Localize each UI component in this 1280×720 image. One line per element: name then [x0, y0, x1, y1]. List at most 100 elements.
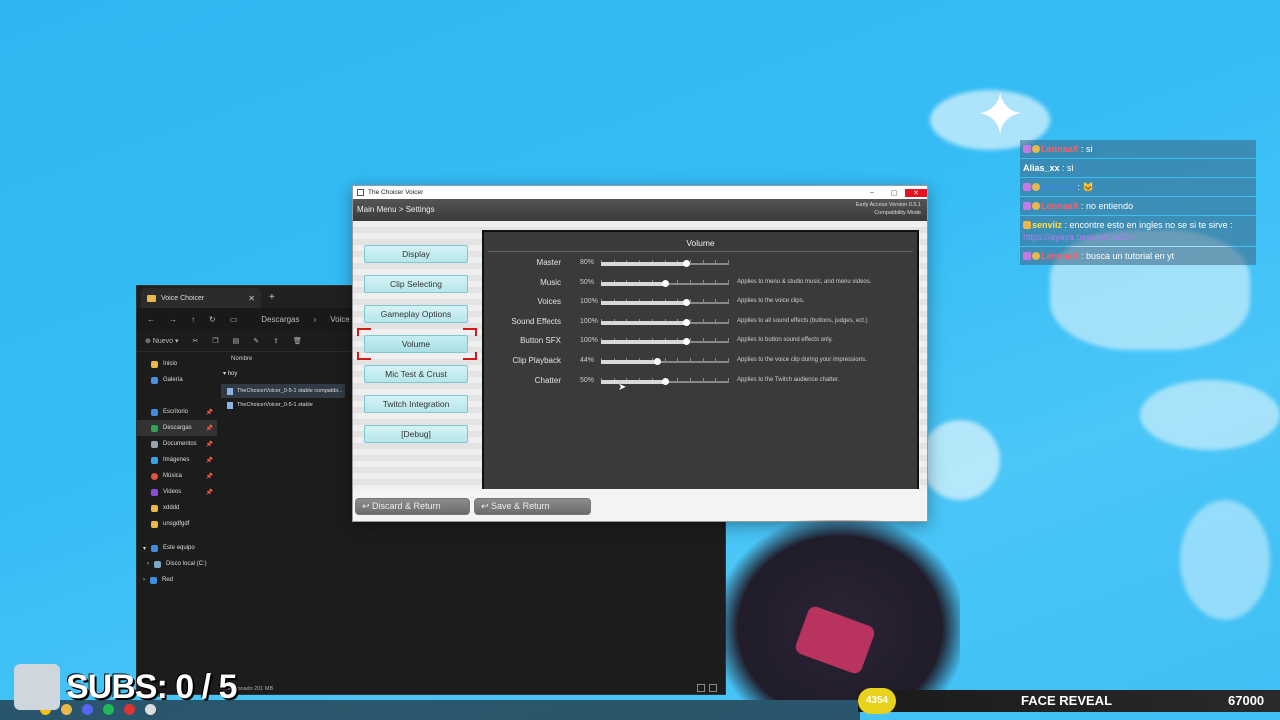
- volume-slider[interactable]: [601, 358, 729, 365]
- settings-body: Display Clip Selecting Gameplay Options …: [353, 221, 927, 492]
- chevron-down-icon[interactable]: ▾: [143, 545, 146, 552]
- rename-icon[interactable]: ✎: [253, 337, 259, 345]
- sidebar-item-musica[interactable]: Música 📌: [137, 468, 217, 484]
- slider-knob[interactable]: [661, 279, 669, 287]
- drive-icon: [154, 560, 161, 568]
- slider-tick: [702, 338, 704, 344]
- slider-knob[interactable]: [683, 318, 691, 326]
- menu-debug-button[interactable]: [Debug]: [364, 425, 468, 443]
- volume-row: Music 50% Applies to menu & studio music, …: [484, 276, 917, 290]
- explorer-sidebar: Inicio Galería Escritorio 📌 Descargas 📌 Do…: [137, 356, 217, 682]
- badge-icon: [1023, 252, 1031, 260]
- sidebar-item-xdddd[interactable]: xdddd: [137, 500, 217, 516]
- bird-decoration: ✦: [975, 80, 1026, 150]
- sidebar-item-galeria[interactable]: Galería: [137, 372, 217, 388]
- computer-icon: [151, 544, 159, 552]
- close-icon[interactable]: ✕: [905, 188, 927, 197]
- chevron-right-icon[interactable]: ›: [147, 561, 149, 567]
- share-icon[interactable]: ⇪: [273, 337, 279, 345]
- sidebar-item-escritorio[interactable]: Escritorio 📌: [137, 404, 217, 420]
- paste-icon[interactable]: ▤: [233, 337, 240, 345]
- forward-icon[interactable]: →: [169, 315, 177, 324]
- volume-description: Applies to button sound effects only.: [737, 337, 833, 344]
- sidebar-item-imagenes[interactable]: Imágenes 📌: [137, 452, 217, 468]
- slider-knob[interactable]: [683, 260, 691, 267]
- slider-tick: [689, 279, 691, 285]
- mouse-cursor-icon: ➤: [618, 382, 627, 393]
- sidebar-item-disco-local[interactable]: › Disco local (C:): [137, 556, 217, 572]
- slider-knob[interactable]: [653, 358, 661, 365]
- refresh-icon[interactable]: ↻: [209, 315, 216, 324]
- sidebar-item-descargas[interactable]: Descargas 📌: [137, 420, 217, 436]
- volume-slider[interactable]: [601, 279, 729, 287]
- slider-knob[interactable]: [683, 299, 691, 307]
- badge-icon: [1032, 252, 1040, 260]
- up-icon[interactable]: ↑: [191, 315, 195, 324]
- slider-tick: [715, 358, 717, 363]
- maximize-icon[interactable]: ▢: [883, 189, 905, 197]
- sidebar-item-inicio[interactable]: Inicio: [137, 356, 217, 372]
- chat-link[interactable]: https://ayaya.beauty/CbA2n: [1023, 232, 1134, 242]
- slider-knob[interactable]: [683, 338, 691, 346]
- volume-slider[interactable]: [601, 260, 729, 267]
- chat-text: : 🐱: [1077, 182, 1094, 192]
- menu-twitch-integration-button[interactable]: Twitch Integration: [364, 395, 468, 413]
- chat-username: xenomy: [1041, 182, 1076, 192]
- slider-tick: [677, 279, 679, 285]
- home-icon: [151, 360, 158, 368]
- slider-tick: [728, 358, 729, 363]
- new-button[interactable]: ⊕ Nuevo ▾: [145, 337, 179, 345]
- sidebar-item-este-equipo[interactable]: ▾ Este equipo: [137, 540, 217, 556]
- crumb-descargas[interactable]: Descargas: [261, 315, 299, 324]
- new-button-label: Nuevo: [152, 337, 174, 345]
- download-icon: [151, 424, 158, 432]
- chevron-right-icon[interactable]: ›: [143, 577, 145, 583]
- cut-icon[interactable]: ✂: [193, 337, 199, 345]
- game-window: The Choicer Voicer – ▢ ✕ Main Menu > Set…: [352, 185, 928, 522]
- chat-overlay: LennaaX : si Alias_xx : si xenomy : 🐱 Le…: [1020, 140, 1256, 266]
- sidebar-item-label: Imágenes: [163, 457, 190, 463]
- menu-display-button[interactable]: Display: [364, 245, 468, 263]
- slider-fill: [601, 360, 657, 364]
- menu-volume-button[interactable]: Volume: [364, 335, 468, 353]
- sidebar-item-label: Red: [162, 577, 174, 583]
- details-view-icon[interactable]: [697, 684, 705, 692]
- slider-fill: [601, 301, 687, 306]
- background-cloud: [1140, 380, 1280, 450]
- volume-label: Chatter: [534, 375, 561, 385]
- app-icon: [357, 189, 364, 196]
- gallery-icon: [151, 376, 158, 384]
- goal-current: 4354: [858, 688, 896, 714]
- slider-knob[interactable]: [661, 377, 669, 385]
- chat-message: LennaaX : no entiendo: [1020, 197, 1256, 215]
- group-label: hoy: [227, 371, 238, 377]
- menu-mic-test-button[interactable]: Mic Test & Crust: [364, 365, 468, 383]
- pin-icon: 📌: [205, 457, 213, 464]
- divider: [488, 251, 913, 252]
- minimize-icon[interactable]: –: [861, 189, 883, 197]
- tiles-view-icon[interactable]: [709, 684, 717, 692]
- volume-slider[interactable]: [601, 338, 729, 346]
- new-tab-icon[interactable]: +: [269, 292, 275, 303]
- copy-icon[interactable]: ❐: [212, 337, 218, 345]
- folder-icon: [147, 294, 156, 302]
- breadcrumb: Main Menu > Settings: [357, 205, 435, 214]
- menu-gameplay-options-button[interactable]: Gameplay Options: [364, 305, 468, 323]
- file-row[interactable]: TheChoicerVoicer_0-5-1 stable compatibi.…: [221, 384, 345, 398]
- sidebar-item-videos[interactable]: Videos 📌: [137, 484, 217, 500]
- delete-icon[interactable]: 🗑: [293, 337, 302, 345]
- explorer-tab[interactable]: Voice Choicer ✕: [141, 288, 261, 308]
- slider-tick: [702, 318, 704, 324]
- close-tab-icon[interactable]: ✕: [248, 294, 255, 303]
- back-icon[interactable]: ←: [147, 315, 155, 324]
- volume-slider[interactable]: [601, 299, 729, 307]
- badge-icon: [1032, 145, 1040, 153]
- save-return-button[interactable]: ↩ Save & Return: [474, 498, 591, 515]
- discard-return-button[interactable]: ↩ Discard & Return: [355, 498, 470, 515]
- sidebar-item-red[interactable]: › Red: [137, 572, 217, 588]
- sidebar-item-documentos[interactable]: Documentos 📌: [137, 436, 217, 452]
- menu-clip-selecting-button[interactable]: Clip Selecting: [364, 275, 468, 293]
- goal-target: 67000: [1228, 693, 1265, 708]
- sidebar-item-unsgdfgdf[interactable]: unsgdfgdf: [137, 516, 217, 532]
- volume-slider[interactable]: [601, 318, 729, 326]
